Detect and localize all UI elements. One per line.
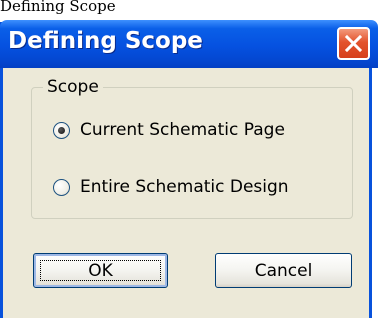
- radio-selected-dot: [58, 126, 65, 134]
- ok-button[interactable]: OK: [33, 253, 168, 288]
- radio-current-schematic-page[interactable]: Current Schematic Page: [53, 119, 285, 141]
- dialog-titlebar[interactable]: Defining Scope: [0, 20, 378, 68]
- dialog-title: Defining Scope: [8, 28, 203, 54]
- page-caption-fragment: Defining Scope: [0, 0, 378, 22]
- radio-label-current-page[interactable]: Current Schematic Page: [80, 120, 285, 140]
- close-button[interactable]: [337, 27, 370, 60]
- page-caption-text: Defining Scope: [0, 0, 116, 15]
- close-icon: [345, 35, 362, 52]
- radio-button-selected[interactable]: [53, 121, 70, 139]
- cancel-button[interactable]: Cancel: [215, 253, 352, 288]
- radio-entire-schematic-design[interactable]: Entire Schematic Design: [53, 176, 289, 198]
- scope-groupbox: [31, 87, 353, 219]
- cancel-button-label: Cancel: [254, 260, 313, 281]
- ok-button-label: OK: [88, 260, 113, 281]
- radio-label-entire-design[interactable]: Entire Schematic Design: [80, 177, 289, 197]
- scope-group-label: Scope: [43, 77, 103, 97]
- radio-button-unselected[interactable]: [53, 178, 70, 196]
